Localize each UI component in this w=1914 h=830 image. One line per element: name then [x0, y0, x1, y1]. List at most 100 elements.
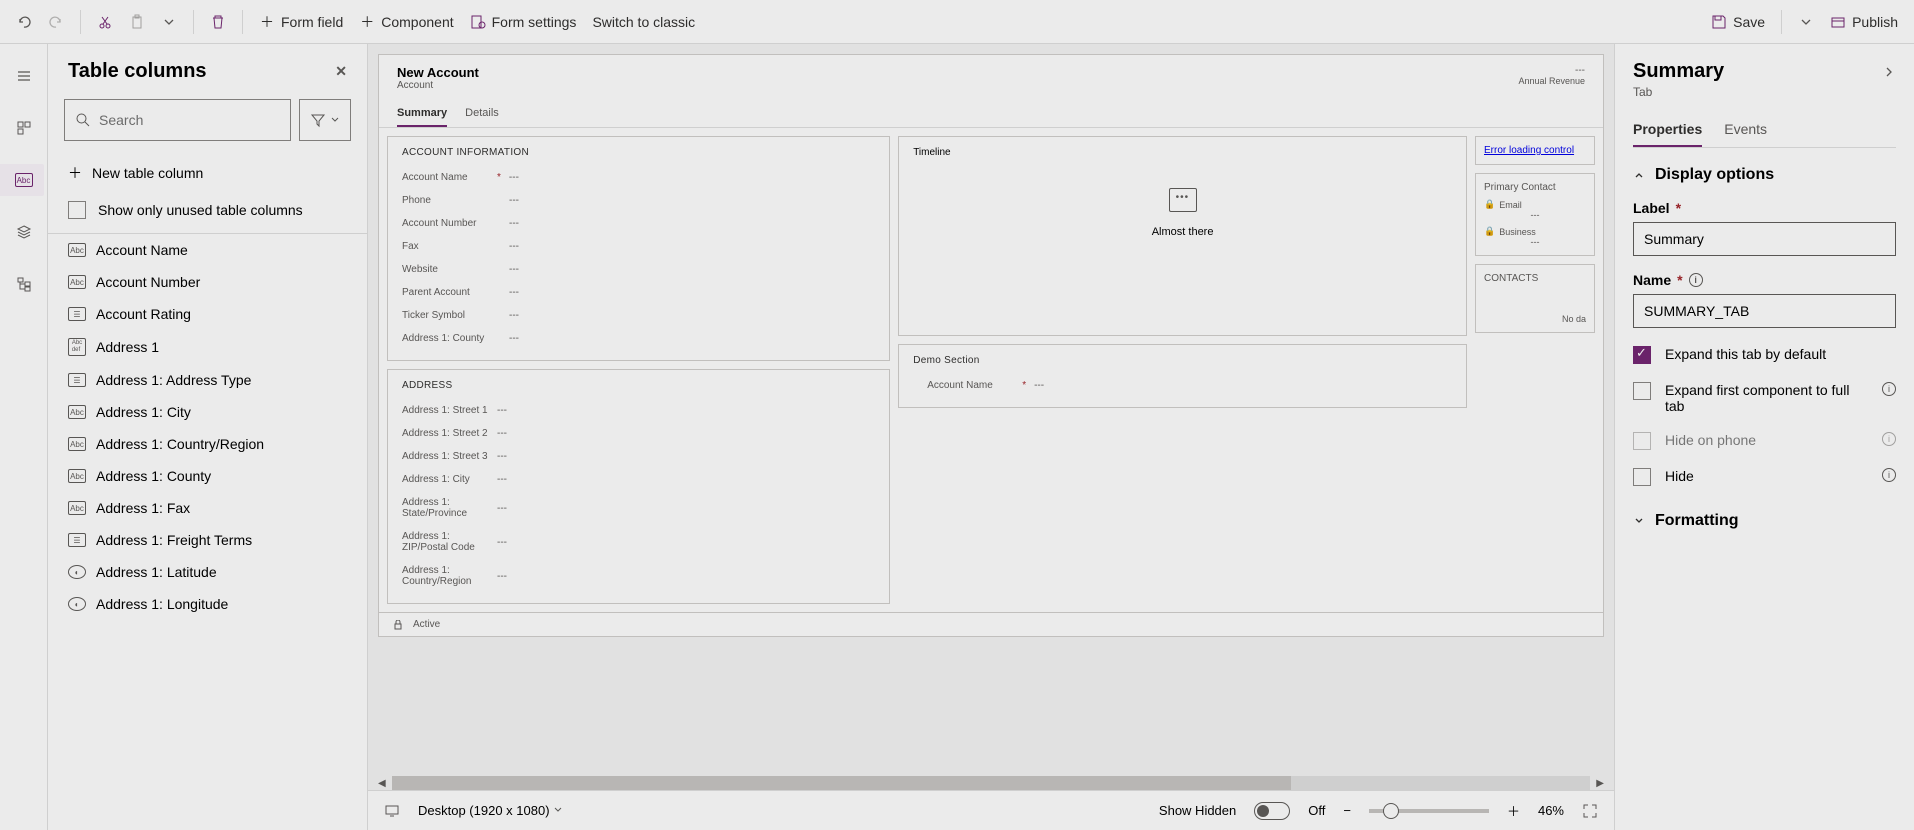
lock-icon: 🔒	[1484, 226, 1495, 237]
column-item[interactable]: AbcAddress 1: County	[48, 460, 367, 492]
form-field[interactable]: Address 1: Country/Region---	[402, 559, 875, 593]
column-item[interactable]: AbcAddress 1: City	[48, 396, 367, 428]
fit-icon[interactable]	[1582, 803, 1598, 819]
info-icon[interactable]: i	[1882, 432, 1896, 446]
form-field[interactable]: Account Number---	[402, 212, 875, 235]
form-field[interactable]: Address 1: ZIP/Postal Code---	[402, 525, 875, 559]
chevron-right-icon[interactable]	[1882, 65, 1896, 79]
cut-button[interactable]	[89, 8, 121, 36]
tab-summary[interactable]: Summary	[397, 101, 447, 127]
save-button[interactable]: Save	[1703, 8, 1773, 36]
search-input[interactable]	[64, 99, 291, 141]
canvas-footer: Active	[379, 612, 1603, 636]
save-chevron[interactable]	[1790, 8, 1822, 36]
add-form-field-button[interactable]: ＋Form field	[251, 8, 351, 36]
form-field[interactable]: Phone---	[402, 189, 875, 212]
bottom-bar: Desktop (1920 x 1080) Show Hidden Off − …	[368, 790, 1614, 830]
expand-default-checkbox[interactable]: Expand this tab by default	[1633, 346, 1896, 364]
section-account-info[interactable]: ACCOUNT INFORMATION Account Name*---Phon…	[387, 136, 890, 361]
label-input[interactable]	[1633, 222, 1896, 256]
column-item[interactable]: ☰Account Rating	[48, 298, 367, 330]
properties-panel: Summary Tab Properties Events Display op…	[1614, 44, 1914, 830]
form-canvas[interactable]: New Account Account --- Annual Revenue S…	[378, 54, 1604, 637]
form-field[interactable]: Address 1: Street 3---	[402, 445, 875, 468]
column-item[interactable]: AbcAddress 1: Fax	[48, 492, 367, 524]
form-field[interactable]: Address 1: Street 2---	[402, 422, 875, 445]
section-timeline[interactable]: Timeline Almost there	[898, 136, 1467, 336]
show-unused-checkbox[interactable]: Show only unused table columns	[48, 193, 367, 233]
form-field[interactable]: Account Name*---	[402, 166, 875, 189]
zoom-out-button[interactable]: −	[1343, 803, 1351, 818]
formatting-header[interactable]: Formatting	[1633, 512, 1896, 530]
redo-button[interactable]	[40, 8, 72, 36]
section-primary-contact[interactable]: Primary Contact 🔒Email --- 🔒Business ---	[1475, 173, 1595, 256]
panel-title: Table columns✕	[48, 60, 367, 99]
delete-button[interactable]	[202, 8, 234, 36]
column-item[interactable]: ☰Address 1: Address Type	[48, 364, 367, 396]
form-field[interactable]: Website---	[402, 258, 875, 281]
chevron-down-icon	[330, 115, 340, 125]
columns-rail-icon[interactable]: Abc	[0, 164, 44, 196]
column-item[interactable]: ◐Address 1: Longitude	[48, 588, 367, 620]
lock-icon: 🔒	[1484, 199, 1495, 210]
new-table-column-button[interactable]: ＋New table column	[48, 153, 367, 193]
info-icon[interactable]: i	[1689, 273, 1703, 287]
column-item[interactable]: AbcAccount Number	[48, 266, 367, 298]
tree-rail-icon[interactable]	[8, 268, 40, 300]
switch-to-classic-button[interactable]: Switch to classic	[584, 8, 703, 36]
form-field[interactable]: Address 1: City---	[402, 468, 875, 491]
error-link[interactable]: Error loading control	[1484, 145, 1574, 156]
columns-list[interactable]: AbcAccount NameAbcAccount Number☰Account…	[48, 233, 367, 814]
annual-revenue-label: Annual Revenue	[1518, 76, 1585, 86]
device-picker[interactable]: Desktop (1920 x 1080)	[418, 803, 563, 818]
chevron-down-icon	[1633, 515, 1645, 527]
table-columns-panel: Table columns✕ ＋New table column Show on…	[48, 44, 368, 830]
form-field[interactable]: Address 1: Street 1---	[402, 399, 875, 422]
section-address[interactable]: ADDRESS Address 1: Street 1---Address 1:…	[387, 369, 890, 604]
components-rail-icon[interactable]	[8, 112, 40, 144]
form-settings-button[interactable]: Form settings	[462, 8, 585, 36]
filter-icon	[310, 112, 326, 128]
hide-checkbox[interactable]: Hidei	[1633, 468, 1896, 486]
form-field[interactable]: Address 1: State/Province---	[402, 491, 875, 525]
column-item[interactable]: ☰Address 1: Freight Terms	[48, 524, 367, 556]
show-hidden-toggle[interactable]	[1254, 802, 1290, 820]
lock-icon	[393, 620, 403, 630]
hamburger-icon[interactable]	[8, 60, 40, 92]
tab-details[interactable]: Details	[465, 101, 499, 127]
zoom-in-button[interactable]: ＋	[1507, 801, 1520, 820]
column-item[interactable]: AbcdefAddress 1	[48, 330, 367, 364]
form-field[interactable]: Ticker Symbol---	[402, 304, 875, 327]
h-scrollbar[interactable]: ◀▶	[368, 776, 1614, 790]
error-box: Error loading control	[1475, 136, 1595, 165]
form-field[interactable]: Parent Account---	[402, 281, 875, 304]
info-icon[interactable]: i	[1882, 468, 1896, 482]
close-icon[interactable]: ✕	[335, 63, 347, 80]
form-field[interactable]: Fax---	[402, 235, 875, 258]
tab-events[interactable]: Events	[1724, 113, 1767, 147]
timeline-icon	[1169, 188, 1197, 212]
undo-button[interactable]	[8, 8, 40, 36]
add-component-button[interactable]: ＋Component	[351, 8, 461, 36]
zoom-slider[interactable]	[1369, 809, 1489, 813]
expand-first-checkbox[interactable]: Expand first component to full tabi	[1633, 382, 1896, 414]
form-field[interactable]: Address 1: County---	[402, 327, 875, 350]
paste-button[interactable]	[121, 8, 153, 36]
display-options-header[interactable]: Display options	[1633, 166, 1896, 184]
props-title: Summary	[1633, 60, 1724, 83]
column-item[interactable]: AbcAddress 1: Country/Region	[48, 428, 367, 460]
tab-properties[interactable]: Properties	[1633, 113, 1702, 147]
column-item[interactable]: ◐Address 1: Latitude	[48, 556, 367, 588]
form-entity: Account	[397, 80, 479, 91]
left-rail: Abc	[0, 44, 48, 830]
section-contacts[interactable]: CONTACTS No da	[1475, 264, 1595, 333]
filter-button[interactable]	[299, 99, 351, 141]
hide-phone-checkbox[interactable]: Hide on phonei	[1633, 432, 1896, 450]
info-icon[interactable]: i	[1882, 382, 1896, 396]
column-item[interactable]: AbcAccount Name	[48, 234, 367, 266]
name-input[interactable]	[1633, 294, 1896, 328]
publish-button[interactable]: Publish	[1822, 8, 1906, 36]
section-demo[interactable]: Demo Section Account Name*---	[898, 344, 1467, 408]
layers-rail-icon[interactable]	[8, 216, 40, 248]
paste-chevron[interactable]	[153, 8, 185, 36]
